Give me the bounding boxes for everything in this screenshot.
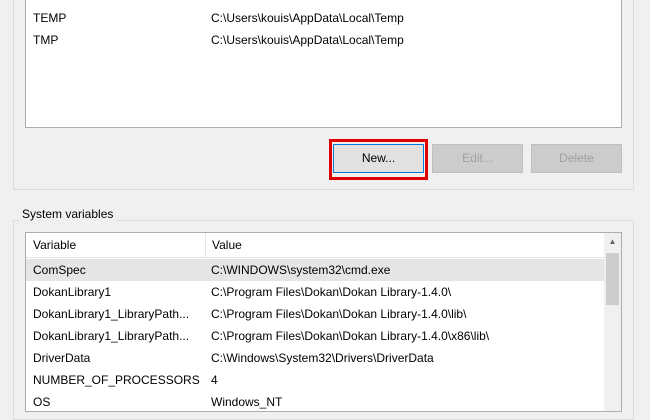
system-variable-row-selected[interactable]: ComSpec C:\WINDOWS\system32\cmd.exe xyxy=(26,259,604,281)
user-variable-name: TMP xyxy=(33,33,59,47)
system-variable-value: C:\Program Files\Dokan\Dokan Library-1.4… xyxy=(211,329,490,343)
system-variable-name: DokanLibrary1_LibraryPath... xyxy=(33,329,190,343)
system-variables-title: System variables xyxy=(19,205,117,223)
system-variable-row[interactable]: OS Windows_NT xyxy=(26,391,604,411)
user-variable-value: C:\Users\kouis\AppData\Local\Temp xyxy=(211,33,404,47)
system-variable-value: C:\Program Files\Dokan\Dokan Library-1.4… xyxy=(211,285,452,299)
system-variable-value: C:\WINDOWS\system32\cmd.exe xyxy=(211,263,391,277)
highlight-box xyxy=(329,139,428,180)
system-variable-name: OS xyxy=(33,395,51,409)
system-variable-name: DriverData xyxy=(33,351,91,365)
system-variable-name: DokanLibrary1 xyxy=(33,285,112,299)
column-header-variable[interactable]: Variable xyxy=(33,233,76,257)
system-variable-value: C:\Windows\System32\Drivers\DriverData xyxy=(211,351,434,365)
system-variable-value: 4 xyxy=(211,373,218,387)
user-variable-value: C:\Users\kouis\AppData\Local\Temp xyxy=(211,11,404,25)
user-variable-row[interactable]: TMP C:\Users\kouis\AppData\Local\Temp xyxy=(26,29,621,51)
vertical-scrollbar[interactable]: ▲ xyxy=(604,233,621,411)
system-variable-name: DokanLibrary1_LibraryPath... xyxy=(33,307,190,321)
system-variable-name: ComSpec xyxy=(33,263,86,277)
system-variable-value: Windows_NT xyxy=(211,395,283,409)
system-variable-row[interactable]: DokanLibrary1_LibraryPath... C:\Program … xyxy=(26,303,604,325)
column-header-value[interactable]: Value xyxy=(205,233,242,257)
chevron-up-icon[interactable]: ▲ xyxy=(604,233,621,250)
system-variable-row[interactable]: DokanLibrary1 C:\Program Files\Dokan\Dok… xyxy=(26,281,604,303)
list-header: Variable Value xyxy=(26,233,604,258)
system-variable-name: NUMBER_OF_PROCESSORS xyxy=(33,373,200,387)
user-variables-list[interactable]: TEMP C:\Users\kouis\AppData\Local\Temp T… xyxy=(25,0,622,128)
user-variable-row[interactable]: TEMP C:\Users\kouis\AppData\Local\Temp xyxy=(26,7,621,29)
edit-user-variable-button[interactable]: Edit... xyxy=(432,144,523,173)
system-variables-list[interactable]: Variable Value ComSpec C:\WINDOWS\system… xyxy=(25,232,622,412)
system-variable-row[interactable]: DriverData C:\Windows\System32\Drivers\D… xyxy=(26,347,604,369)
scrollbar-thumb[interactable] xyxy=(606,253,619,305)
user-variable-name: TEMP xyxy=(33,11,67,25)
delete-user-variable-button[interactable]: Delete xyxy=(531,144,622,173)
system-variable-value: C:\Program Files\Dokan\Dokan Library-1.4… xyxy=(211,307,467,321)
system-variable-row[interactable]: NUMBER_OF_PROCESSORS 4 xyxy=(26,369,604,391)
system-variable-row[interactable]: DokanLibrary1_LibraryPath... C:\Program … xyxy=(26,325,604,347)
